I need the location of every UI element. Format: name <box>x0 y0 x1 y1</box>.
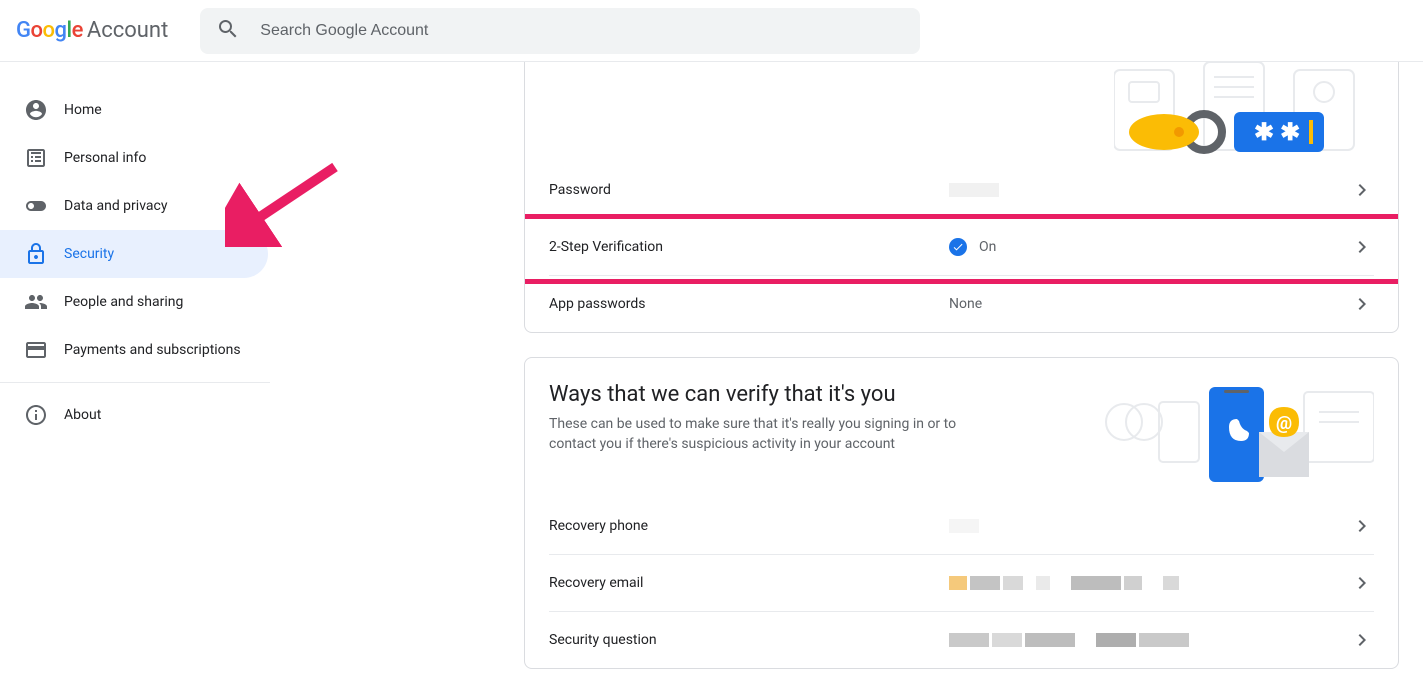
sidebar-item-label: Home <box>64 102 102 118</box>
verify-card: Ways that we can verify that it's you Th… <box>524 357 1399 669</box>
chevron-right-icon <box>1350 628 1374 652</box>
sidebar-item-security[interactable]: Security <box>0 230 268 278</box>
sidebar-item-label: About <box>64 407 101 423</box>
row-label: Recovery email <box>549 575 949 591</box>
info-icon <box>24 403 48 427</box>
row-2step-verification[interactable]: 2-Step Verification On <box>525 219 1398 275</box>
row-value <box>949 576 1350 590</box>
sidebar-divider <box>0 382 270 383</box>
chevron-right-icon <box>1350 514 1374 538</box>
row-label: App passwords <box>549 296 949 312</box>
svg-text:✱ ✱: ✱ ✱ <box>1254 118 1300 146</box>
row-label: Security question <box>549 632 949 648</box>
row-label: Recovery phone <box>549 518 949 534</box>
row-value <box>949 183 1350 197</box>
row-label: 2-Step Verification <box>549 239 949 255</box>
row-app-passwords[interactable]: App passwords None <box>525 276 1398 332</box>
sidebar-item-payments[interactable]: Payments and subscriptions <box>0 326 268 374</box>
card-icon <box>24 338 48 362</box>
chevron-right-icon <box>1350 178 1374 202</box>
main-content: ✱ ✱ Password 2-Step Verification <box>500 62 1423 693</box>
check-icon <box>949 238 967 256</box>
chevron-right-icon <box>1350 292 1374 316</box>
verify-illustration: @ <box>1094 382 1374 482</box>
search-icon <box>216 17 240 45</box>
search-input[interactable] <box>260 22 904 40</box>
sidebar-item-data-privacy[interactable]: Data and privacy <box>0 182 268 230</box>
id-card-icon <box>24 146 48 170</box>
sidebar-item-label: Security <box>64 246 114 262</box>
signin-illustration: ✱ ✱ <box>1114 62 1374 162</box>
sidebar-item-label: Data and privacy <box>64 198 167 214</box>
row-recovery-phone[interactable]: Recovery phone <box>525 498 1398 554</box>
home-icon <box>24 98 48 122</box>
search-bar[interactable] <box>200 8 920 54</box>
signin-card: ✱ ✱ Password 2-Step Verification <box>524 62 1399 333</box>
sidebar-item-label: Personal info <box>64 150 146 166</box>
row-value: On <box>949 238 1350 256</box>
sidebar: Home Personal info Data and privacy Secu… <box>0 62 280 693</box>
svg-text:@: @ <box>1276 413 1292 434</box>
google-logo: Google <box>16 18 83 43</box>
lock-icon <box>24 242 48 266</box>
chevron-right-icon <box>1350 571 1374 595</box>
toggle-icon <box>24 194 48 218</box>
sidebar-item-personal-info[interactable]: Personal info <box>0 134 268 182</box>
sidebar-item-label: People and sharing <box>64 294 183 310</box>
row-password[interactable]: Password <box>525 162 1398 218</box>
account-label: Account <box>87 18 168 43</box>
row-value <box>949 633 1350 647</box>
row-security-question[interactable]: Security question <box>525 612 1398 668</box>
sidebar-item-about[interactable]: About <box>0 391 268 439</box>
sidebar-item-home[interactable]: Home <box>0 86 268 134</box>
card-title: Ways that we can verify that it's you <box>549 382 989 407</box>
row-value <box>949 519 1350 533</box>
logo-area[interactable]: Google Account <box>16 18 168 43</box>
people-icon <box>24 290 48 314</box>
sidebar-item-people-sharing[interactable]: People and sharing <box>0 278 268 326</box>
sidebar-item-label: Payments and subscriptions <box>64 342 241 358</box>
app-header: Google Account <box>0 0 1423 62</box>
row-recovery-email[interactable]: Recovery email <box>525 555 1398 611</box>
row-label: Password <box>549 182 949 198</box>
card-subtitle: These can be used to make sure that it's… <box>549 415 989 454</box>
row-value: None <box>949 296 1350 312</box>
chevron-right-icon <box>1350 235 1374 259</box>
